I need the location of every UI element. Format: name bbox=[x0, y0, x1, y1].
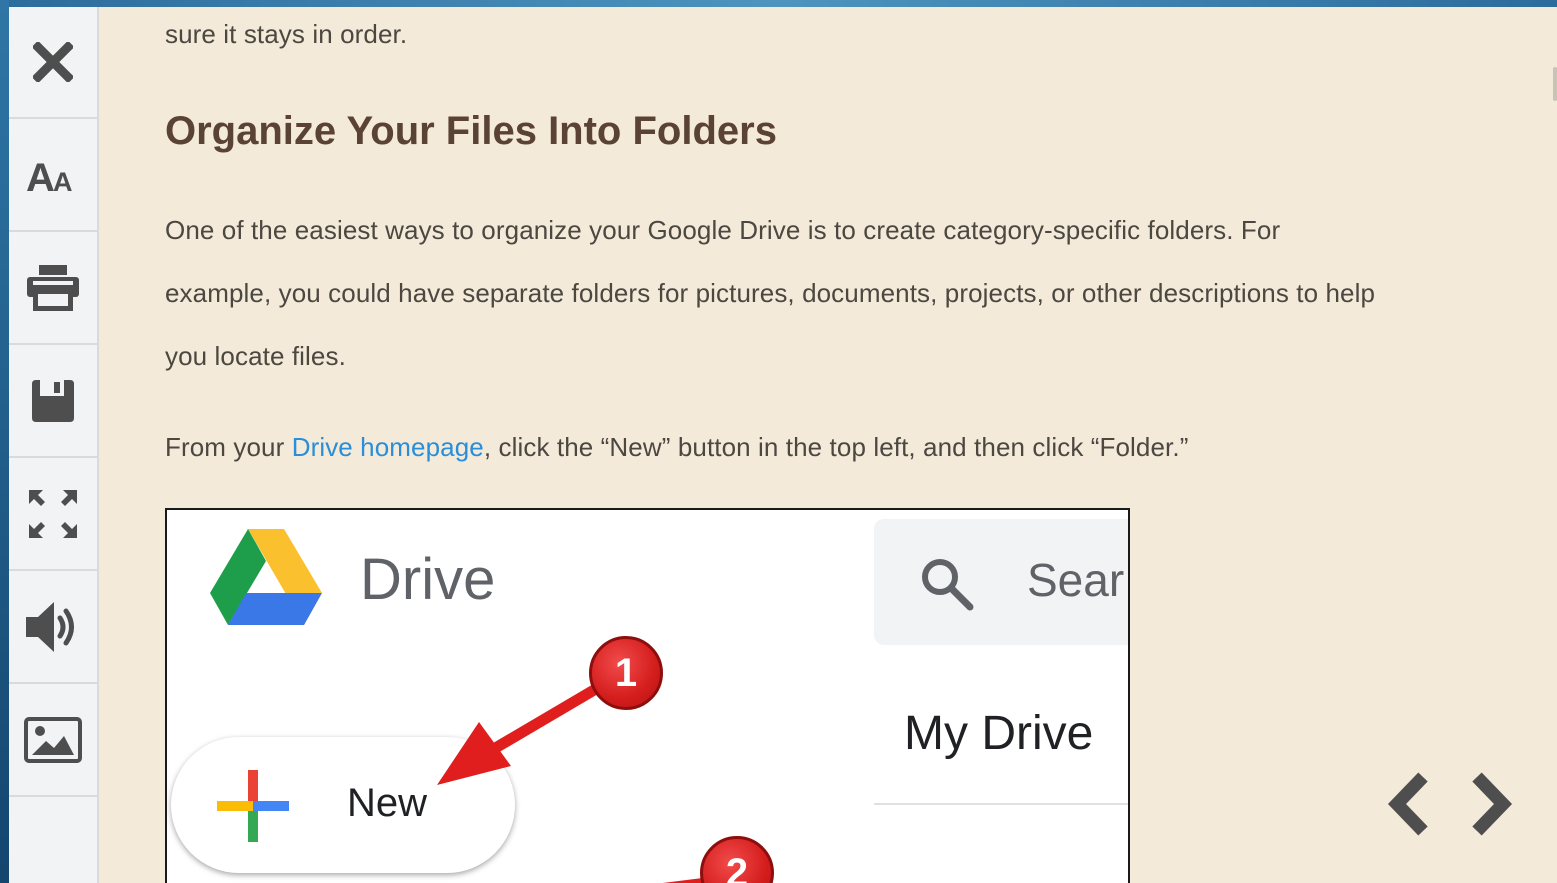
scrollbar[interactable] bbox=[1551, 7, 1557, 883]
page-navigation bbox=[1381, 767, 1521, 837]
chevron-left-icon[interactable] bbox=[1385, 771, 1433, 837]
print-button[interactable] bbox=[9, 232, 97, 345]
window-frame-top bbox=[0, 0, 1557, 7]
close-button[interactable] bbox=[9, 7, 97, 119]
step-badge-1: 1 bbox=[589, 636, 663, 710]
font-size-icon: A A bbox=[26, 156, 73, 195]
instruction-suffix: , click the “New” button in the top left… bbox=[483, 432, 1189, 462]
paragraph-line: One of the easiest ways to organize your… bbox=[165, 215, 1281, 245]
printer-icon bbox=[27, 264, 79, 311]
save-button[interactable] bbox=[9, 345, 97, 458]
section-heading: Organize Your Files Into Folders bbox=[165, 109, 777, 153]
paragraph-line: you locate files. bbox=[165, 341, 346, 371]
chevron-right-icon[interactable] bbox=[1467, 771, 1515, 837]
intro-text: sure it stays in order. bbox=[165, 19, 408, 49]
font-size-button[interactable]: A A bbox=[9, 119, 97, 232]
paragraph-line: example, you could have separate folders… bbox=[165, 278, 1376, 308]
scrollbar-thumb[interactable] bbox=[1553, 67, 1557, 101]
floppy-disk-icon bbox=[32, 379, 74, 422]
drive-homepage-link[interactable]: Drive homepage bbox=[292, 432, 484, 462]
image-icon bbox=[24, 716, 82, 763]
close-icon bbox=[33, 42, 73, 82]
svg-text:A: A bbox=[53, 167, 73, 195]
expand-icon bbox=[29, 489, 77, 538]
paragraph: One of the easiest ways to organize your… bbox=[165, 199, 1375, 388]
window-frame-left bbox=[0, 0, 9, 883]
drive-screenshot: Drive Sear My Drive New 1 2 bbox=[165, 508, 1130, 883]
article-content: sure it stays in order. Organize Your Fi… bbox=[99, 7, 1551, 883]
fullscreen-button[interactable] bbox=[9, 458, 97, 571]
svg-text:A: A bbox=[26, 156, 55, 195]
read-aloud-button[interactable] bbox=[9, 571, 97, 684]
instruction-prefix: From your bbox=[165, 432, 292, 462]
instruction-paragraph: From your Drive homepage, click the “New… bbox=[165, 416, 1188, 479]
speaker-icon bbox=[26, 601, 74, 652]
reader-toolbar: A A bbox=[9, 7, 99, 883]
image-button[interactable] bbox=[9, 684, 97, 797]
